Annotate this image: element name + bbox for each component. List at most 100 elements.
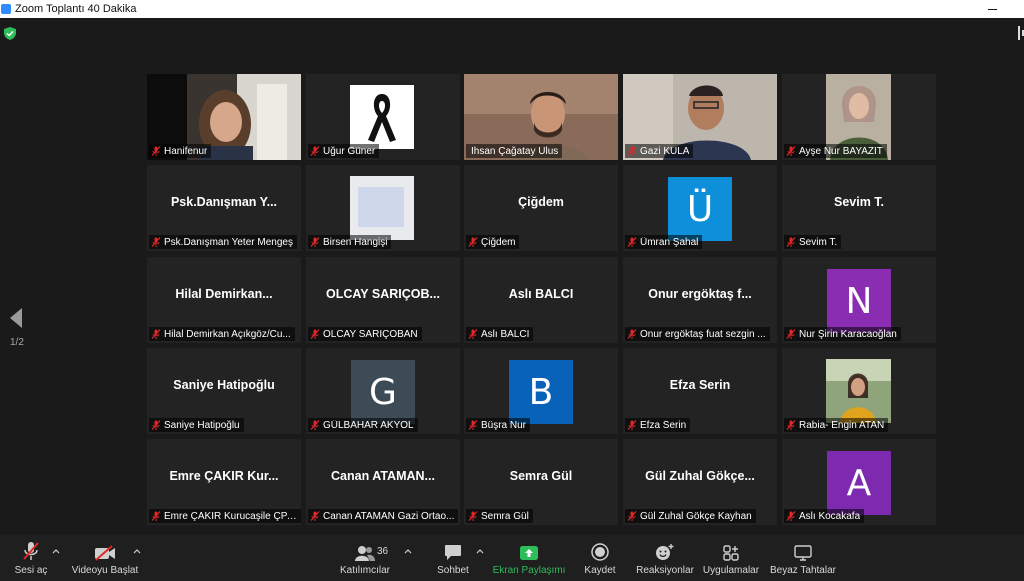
view-options-icon[interactable] [1018, 26, 1024, 40]
participant-label: Saniye Hatipoğlu [149, 418, 244, 432]
participant-label: Büşra Nur [466, 418, 531, 432]
participant-label: Gül Zuhal Gökçe Kayhan [625, 509, 756, 523]
participant-label: Onur ergöktaş fuat sezgin ... [625, 327, 770, 341]
participant-display-name: Sevim T. [833, 195, 885, 209]
participant-label: Semra Gül [466, 509, 533, 523]
participant-tile[interactable]: Gül Zuhal Gökçe... Gül Zuhal Gökçe Kayha… [623, 439, 777, 525]
record-icon [591, 543, 609, 561]
participant-label: Uğur Güner [308, 144, 380, 158]
participant-label: Efza Serin [625, 418, 691, 432]
gallery-view: 1/2 Hanifenur Uğur Güner İhsan Çağatay U… [0, 18, 1024, 535]
apps-label: Uygulamalar [702, 565, 760, 576]
participants-options-chevron-icon[interactable] [404, 548, 412, 554]
meeting-toolbar: Sesi aç Videoyu Başlat Katılımcılar 36 S… [0, 535, 1024, 581]
security-shield-icon[interactable] [4, 27, 16, 40]
participant-tile[interactable]: Birsen Hangişi [306, 165, 460, 251]
participant-tile[interactable]: Çiğdem Çiğdem [464, 165, 618, 251]
chat-label: Sohbet [437, 565, 469, 576]
whiteboards-label: Beyaz Tahtalar [770, 565, 836, 576]
participant-tile[interactable]: Semra Gül Semra Gül [464, 439, 618, 525]
participant-tile[interactable]: Onur ergöktaş f... Onur ergöktaş fuat se… [623, 257, 777, 343]
participant-tile[interactable]: G GÜLBAHAR AKYOL [306, 348, 460, 434]
participant-label: Ümran Şahal [625, 235, 703, 249]
muted-mic-icon [310, 329, 320, 339]
whiteboard-icon [794, 545, 812, 561]
participant-display-name: Gül Zuhal Gökçe... [645, 469, 755, 483]
participant-tile[interactable]: Sevim T. Sevim T. [782, 165, 936, 251]
participant-label: Hilal Demirkan Açıkgöz/Cu... [149, 327, 295, 341]
participant-tile-active-speaker[interactable]: İhsan Çağatay Ulus [464, 74, 618, 160]
participant-tile[interactable]: Ayşe Nur BAYAZIT [782, 74, 936, 160]
participant-display-name: Semra Gül [509, 469, 573, 483]
participant-tile[interactable]: Saniye Hatipoğlu Saniye Hatipoğlu [147, 348, 301, 434]
participant-tile[interactable]: Hilal Demirkan... Hilal Demirkan Açıkgöz… [147, 257, 301, 343]
zoom-app-icon [1, 4, 11, 14]
participant-tile[interactable]: A Aslı Kocakafa [782, 439, 936, 525]
participant-tile[interactable]: Hanifenur [147, 74, 301, 160]
window-title: Zoom Toplantı 40 Dakika [15, 3, 137, 15]
muted-mic-icon [310, 420, 320, 430]
apps-icon [723, 545, 739, 561]
muted-mic-icon [151, 146, 161, 156]
reactions-button[interactable]: Reaksiyonlar [636, 535, 694, 581]
participant-avatar: Ü [668, 177, 732, 241]
participant-name: Psk.Danışman Yeter Mengeş [164, 236, 293, 248]
record-button[interactable]: Kaydet [578, 535, 622, 581]
participant-name: Semra Gül [481, 510, 529, 522]
participant-avatar: G [351, 360, 415, 424]
participant-label: İhsan Çağatay Ulus [466, 144, 563, 158]
participants-label: Katılımcılar [339, 565, 390, 576]
participant-name: Canan ATAMAN Gazi Ortao... [323, 510, 455, 522]
reactions-smiley-icon [656, 544, 674, 560]
muted-mic-icon [627, 420, 637, 430]
whiteboards-button[interactable]: Beyaz Tahtalar [770, 535, 836, 581]
reactions-label: Reaksiyonlar [636, 565, 694, 576]
muted-microphone-icon [23, 542, 39, 560]
participant-name: Birsen Hangişi [323, 236, 388, 248]
participant-label: Psk.Danışman Yeter Mengeş [149, 235, 297, 249]
participant-tile[interactable]: Aslı BALCI Aslı BALCI [464, 257, 618, 343]
muted-mic-icon [310, 146, 320, 156]
participant-label: Ayşe Nur BAYAZIT [784, 144, 887, 158]
muted-mic-icon [151, 420, 161, 430]
participant-tile[interactable]: Rabia- Engin ATAN [782, 348, 936, 434]
muted-mic-icon [468, 420, 478, 430]
muted-mic-icon [310, 237, 320, 247]
chat-options-chevron-icon[interactable] [476, 548, 484, 554]
previous-page-arrow-icon[interactable] [8, 306, 24, 330]
participant-display-name: Saniye Hatipoğlu [173, 378, 275, 392]
participant-tile[interactable]: N Nur Şirin Karacaoğlan [782, 257, 936, 343]
muted-mic-icon [786, 420, 796, 430]
participant-label: Aslı Kocakafa [784, 509, 865, 523]
muted-mic-icon [310, 511, 320, 521]
audio-options-chevron-icon[interactable] [52, 548, 60, 554]
muted-mic-icon [627, 329, 637, 339]
participants-button[interactable]: Katılımcılar [336, 535, 394, 581]
participant-tile[interactable]: Ü Ümran Şahal [623, 165, 777, 251]
start-video-button[interactable]: Videoyu Başlat [70, 535, 140, 581]
minimize-button[interactable] [984, 1, 1000, 17]
participant-tile[interactable]: Efza Serin Efza Serin [623, 348, 777, 434]
muted-mic-icon [786, 146, 796, 156]
share-screen-icon [520, 546, 538, 560]
participant-tile[interactable]: Canan ATAMAN... Canan ATAMAN Gazi Ortao.… [306, 439, 460, 525]
unmute-button[interactable]: Sesi aç [8, 535, 54, 581]
participant-label: Çiğdem [466, 235, 520, 249]
participant-tile[interactable]: Uğur Güner [306, 74, 460, 160]
participant-display-name: Hilal Demirkan... [175, 287, 273, 301]
video-options-chevron-icon[interactable] [133, 548, 141, 554]
participant-tile[interactable]: Gazi KULA [623, 74, 777, 160]
participant-name: OLCAY SARIÇOBAN [323, 328, 418, 340]
chat-button[interactable]: Sohbet [430, 535, 476, 581]
participant-name: Hanifenur [164, 145, 208, 157]
participant-tile[interactable]: Emre ÇAKIR Kur... Emre ÇAKIR Kurucaşile … [147, 439, 301, 525]
participant-tile[interactable]: Psk.Danışman Y... Psk.Danışman Yeter Men… [147, 165, 301, 251]
start-video-label: Videoyu Başlat [71, 565, 139, 576]
apps-button[interactable]: Uygulamalar [702, 535, 760, 581]
share-screen-button[interactable]: Ekran Paylaşımı [492, 535, 566, 581]
muted-mic-icon [786, 329, 796, 339]
participant-display-name: Canan ATAMAN... [331, 469, 435, 483]
participant-tile[interactable]: OLCAY SARIÇOB... OLCAY SARIÇOBAN [306, 257, 460, 343]
participant-name: Onur ergöktaş fuat sezgin ... [640, 328, 766, 340]
participant-tile[interactable]: B Büşra Nur [464, 348, 618, 434]
